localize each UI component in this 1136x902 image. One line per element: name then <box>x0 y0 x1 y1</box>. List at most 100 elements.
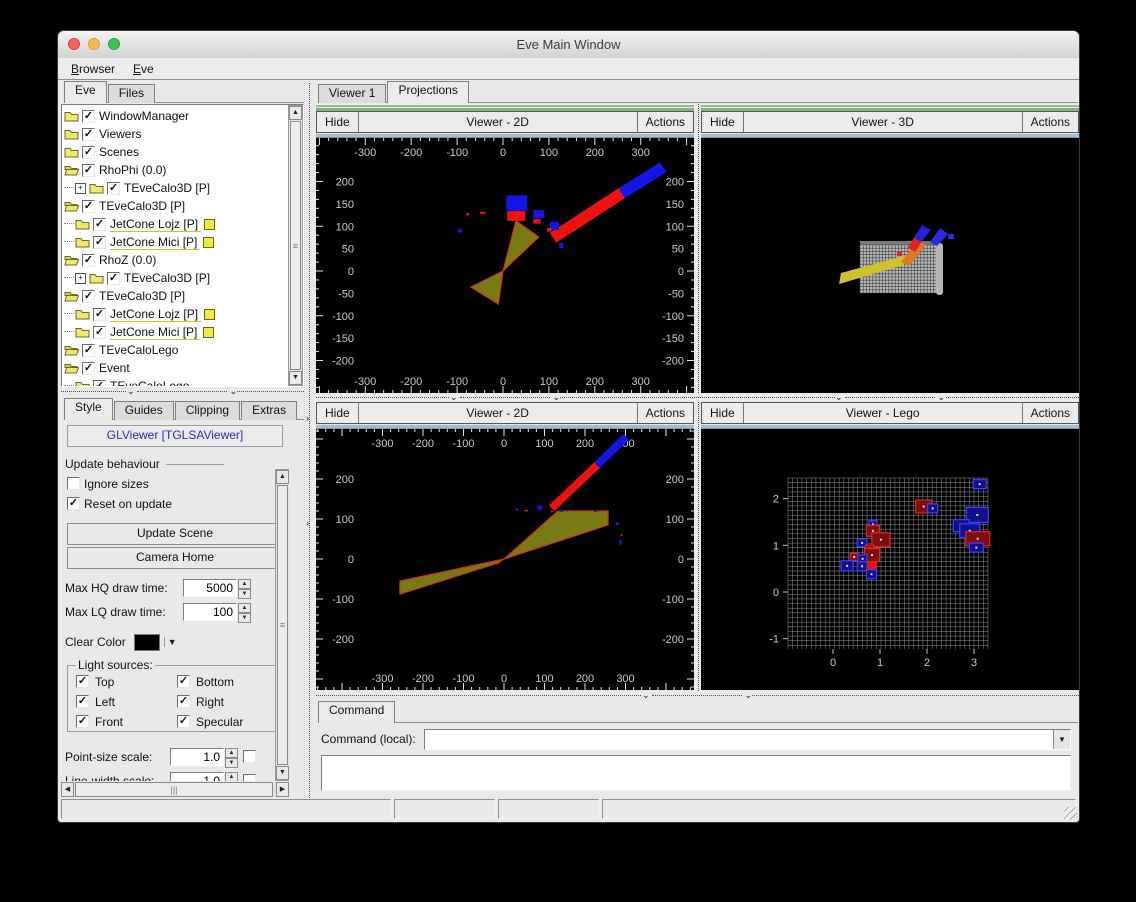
tree-checkbox[interactable]: ✓ <box>82 253 95 267</box>
inspector-scrollbar[interactable]: ▲ ≡ ▼ <box>275 469 289 781</box>
tab-command[interactable]: Command <box>318 701 396 723</box>
max-hq-input[interactable] <box>183 578 237 597</box>
tree-item[interactable]: ✓ RhoZ (0.0) <box>64 251 287 269</box>
tab-clipping[interactable]: Clipping <box>174 401 241 420</box>
light-left-row[interactable]: ✓ Left <box>76 694 177 709</box>
tree-checkbox[interactable]: ✓ <box>82 145 95 159</box>
command-input[interactable] <box>425 730 1053 749</box>
scroll-right-button[interactable]: ▶ <box>276 782 289 797</box>
light-bottom-checkbox[interactable]: ✓ <box>177 675 190 688</box>
menu-eve[interactable]: Eve <box>124 60 163 78</box>
tree-scrollbar[interactable]: ▲ ≡ ▼ <box>288 105 303 386</box>
tree-checkbox[interactable]: ✓ <box>93 217 106 231</box>
spin-down-icon[interactable]: ▼ <box>225 757 238 768</box>
tree-checkbox[interactable]: ✓ <box>82 163 95 177</box>
ignore-sizes-row[interactable]: Ignore sizes <box>65 476 285 491</box>
resize-grip-icon[interactable] <box>1064 807 1077 820</box>
scroll-up-button[interactable]: ▲ <box>289 106 302 120</box>
tree-item[interactable]: ✓ TEveCalo3D [P] <box>64 197 287 215</box>
inspector-scroll-thumb[interactable]: ≡ <box>277 485 288 765</box>
clear-color-dropdown-icon[interactable]: ▼ <box>163 637 180 647</box>
tree-expand-icon[interactable]: + <box>75 182 86 194</box>
tree-item[interactable]: ✓ Viewers <box>64 125 287 143</box>
scroll-left-button[interactable]: ◀ <box>61 782 74 797</box>
inspector-hscrollbar[interactable]: ◀ ||| ▶ <box>61 782 289 797</box>
spin-down-icon[interactable]: ▼ <box>238 588 251 599</box>
tree-item[interactable]: ✓ JetCone Lojz [P] <box>64 215 287 233</box>
color-swatch-yellow[interactable] <box>204 308 216 320</box>
update-scene-button[interactable]: Update Scene <box>67 523 283 545</box>
light-top-checkbox[interactable]: ✓ <box>76 675 89 688</box>
tree-item[interactable]: ✓ TEveCaloLego <box>64 341 287 359</box>
tree-item[interactable]: ✓ Scenes <box>64 143 287 161</box>
tab-guides[interactable]: Guides <box>113 401 174 420</box>
zoom-window-button[interactable] <box>108 38 120 50</box>
color-swatch-yellow[interactable] <box>204 218 216 230</box>
tree-checkbox[interactable]: ✓ <box>107 181 120 195</box>
reset-on-update-row[interactable]: ✓ Reset on update <box>65 496 285 511</box>
hide-button[interactable]: Hide <box>702 112 744 132</box>
tree-scroll-thumb[interactable]: ≡ <box>290 121 301 370</box>
max-lq-input[interactable] <box>183 602 237 621</box>
tree-checkbox[interactable]: ✓ <box>93 379 106 386</box>
spin-up-icon[interactable]: ▲ <box>238 578 251 589</box>
actions-button[interactable]: Actions <box>1021 403 1078 423</box>
tab-viewer-1[interactable]: Viewer 1 <box>318 84 387 103</box>
spin-up-icon[interactable]: ▲ <box>225 747 238 758</box>
hide-button[interactable]: Hide <box>702 403 744 423</box>
camera-home-button[interactable]: Camera Home <box>67 547 283 569</box>
inspector-hscroll-thumb[interactable]: ||| <box>75 782 273 797</box>
tree-item[interactable]: ✓ JetCone Mici [P] <box>64 323 287 341</box>
tree-checkbox[interactable]: ✓ <box>93 235 106 249</box>
light-right-row[interactable]: ✓ Right <box>177 694 278 709</box>
light-specular-checkbox[interactable]: ✓ <box>177 715 190 728</box>
reset-on-update-checkbox[interactable]: ✓ <box>67 497 80 510</box>
ignore-sizes-checkbox[interactable] <box>67 477 80 490</box>
scroll-down-button[interactable]: ▼ <box>276 766 289 780</box>
viewer-canvas-rhoz[interactable]: -300 -300 -200 -200 -100 -100 0 0 100 100 200 200 30… <box>316 429 694 690</box>
spin-up-icon[interactable]: ▲ <box>238 602 251 613</box>
hide-button[interactable]: Hide <box>317 403 359 423</box>
tree-item[interactable]: + ✓ TEveCalo3D [P] <box>64 179 287 197</box>
actions-button[interactable]: Actions <box>1021 112 1078 132</box>
tree-checkbox[interactable]: ✓ <box>82 289 95 303</box>
menu-browser[interactable]: Browser <box>62 60 124 78</box>
spin-down-icon[interactable]: ▼ <box>238 612 251 623</box>
line-width-input[interactable] <box>170 771 224 781</box>
spin-up-icon[interactable]: ▲ <box>225 771 238 781</box>
light-bottom-row[interactable]: ✓ Bottom <box>177 674 278 689</box>
scroll-up-button[interactable]: ▲ <box>276 470 289 484</box>
command-output[interactable] <box>321 755 1071 791</box>
tree-expand-icon[interactable]: + <box>75 272 86 284</box>
tree-checkbox[interactable]: ✓ <box>93 307 106 321</box>
main-vertical-splitter[interactable]: › › <box>305 83 315 798</box>
tab-style[interactable]: Style <box>64 398 113 420</box>
command-splitter[interactable]: ⌄ ⌄ <box>316 691 1079 701</box>
light-top-row[interactable]: ✓ Top <box>76 674 177 689</box>
titlebar[interactable]: Eve Main Window <box>58 31 1079 59</box>
tab-projections[interactable]: Projections <box>387 81 469 103</box>
color-swatch-yellow[interactable] <box>203 326 215 338</box>
tree-checkbox[interactable]: ✓ <box>82 109 95 123</box>
tree-checkbox[interactable]: ✓ <box>93 325 106 339</box>
light-specular-row[interactable]: ✓ Specular <box>177 714 278 729</box>
viewer-canvas-lego[interactable]: 0 1 2 3 -1 0 1 2 <box>701 429 1079 690</box>
light-left-checkbox[interactable]: ✓ <box>76 695 89 708</box>
tree-item[interactable]: ✓ RhoPhi (0.0) <box>64 161 287 179</box>
actions-button[interactable]: Actions <box>636 112 693 132</box>
light-front-row[interactable]: ✓ Front <box>76 714 177 729</box>
light-front-checkbox[interactable]: ✓ <box>76 715 89 728</box>
tree-item[interactable]: ✓ JetCone Lojz [P] <box>64 305 287 323</box>
hide-button[interactable]: Hide <box>317 112 359 132</box>
viewer-canvas-rhophi[interactable]: -300-300-200-200-100-1000010010020020030… <box>316 138 694 393</box>
tree-item[interactable]: ✓ JetCone Mici [P] <box>64 233 287 251</box>
tab-files[interactable]: Files <box>107 84 156 103</box>
point-size-input[interactable] <box>170 747 224 766</box>
clear-color-swatch[interactable] <box>133 633 160 651</box>
viewers-row-splitter[interactable]: ⌄ ⌄ ⌄ ⌄ <box>316 393 1079 402</box>
close-window-button[interactable] <box>68 38 80 50</box>
line-width-checkbox[interactable] <box>243 774 256 781</box>
left-horizontal-splitter[interactable]: ⌄ ⌄ <box>61 387 304 397</box>
scroll-down-button[interactable]: ▼ <box>289 371 302 385</box>
tab-extras[interactable]: Extras <box>241 401 298 420</box>
